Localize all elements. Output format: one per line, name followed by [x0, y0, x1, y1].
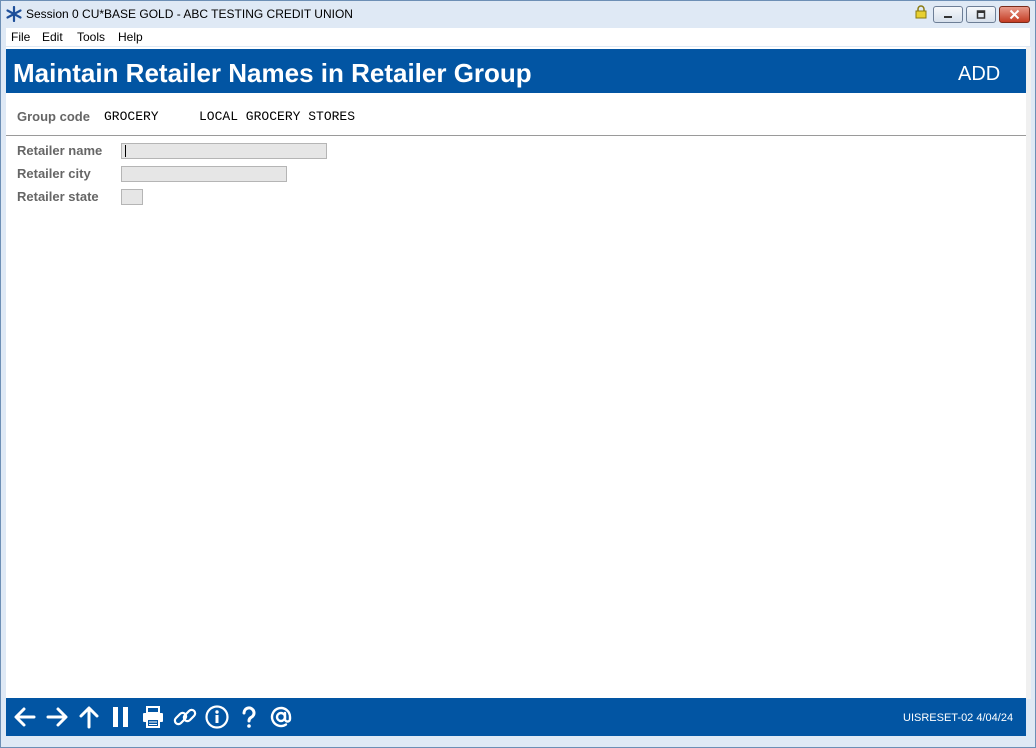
group-code-label: Group code: [17, 109, 90, 124]
forward-arrow-icon[interactable]: [44, 704, 70, 730]
text-cursor: [125, 145, 126, 157]
menu-edit[interactable]: Edit: [42, 30, 63, 44]
maximize-button[interactable]: [966, 6, 996, 23]
menu-tools[interactable]: Tools: [77, 30, 105, 44]
maximize-icon: [976, 10, 986, 19]
footer-toolbar: UISRESET-02 4/04/24: [6, 698, 1026, 736]
content-area: Maintain Retailer Names in Retailer Grou…: [6, 47, 1026, 699]
page-header: Maintain Retailer Names in Retailer Grou…: [6, 49, 1026, 93]
retailer-name-label: Retailer name: [17, 143, 103, 158]
print-icon[interactable]: [140, 704, 166, 730]
info-icon[interactable]: [204, 704, 230, 730]
retailer-city-input[interactable]: [121, 166, 287, 182]
group-code-value: GROCERY: [104, 109, 159, 124]
window-title: Session 0 CU*BASE GOLD - ABC TESTING CRE…: [26, 7, 353, 21]
app-window: Session 0 CU*BASE GOLD - ABC TESTING CRE…: [0, 0, 1036, 748]
status-text: UISRESET-02 4/04/24: [903, 712, 1014, 724]
retailer-city-label: Retailer city: [17, 166, 91, 181]
menu-help[interactable]: Help: [118, 30, 143, 44]
title-bar[interactable]: Session 0 CU*BASE GOLD - ABC TESTING CRE…: [1, 1, 1035, 27]
scrollbar[interactable]: [1026, 47, 1031, 699]
app-logo-icon: [6, 6, 22, 22]
menu-bar: File Edit Tools Help: [6, 28, 1030, 46]
retailer-state-input[interactable]: [121, 189, 143, 205]
close-button[interactable]: [999, 6, 1030, 23]
window-border-bottom: [1, 736, 1035, 747]
lock-icon: [915, 5, 927, 19]
back-arrow-icon[interactable]: [12, 704, 38, 730]
at-icon[interactable]: [268, 704, 294, 730]
link-icon[interactable]: [172, 704, 198, 730]
minimize-icon: [944, 16, 952, 18]
close-icon: [1009, 9, 1020, 20]
page-title: Maintain Retailer Names in Retailer Grou…: [13, 58, 532, 88]
mode-label: ADD: [958, 63, 1001, 85]
divider: [6, 135, 1026, 136]
retailer-state-label: Retailer state: [17, 189, 99, 204]
help-icon[interactable]: [236, 704, 262, 730]
retailer-name-input[interactable]: [121, 143, 327, 159]
menu-file[interactable]: File: [11, 30, 30, 44]
minimize-button[interactable]: [933, 6, 963, 23]
up-arrow-icon[interactable]: [76, 704, 102, 730]
group-description: LOCAL GROCERY STORES: [199, 109, 356, 124]
pause-icon[interactable]: [108, 704, 134, 730]
